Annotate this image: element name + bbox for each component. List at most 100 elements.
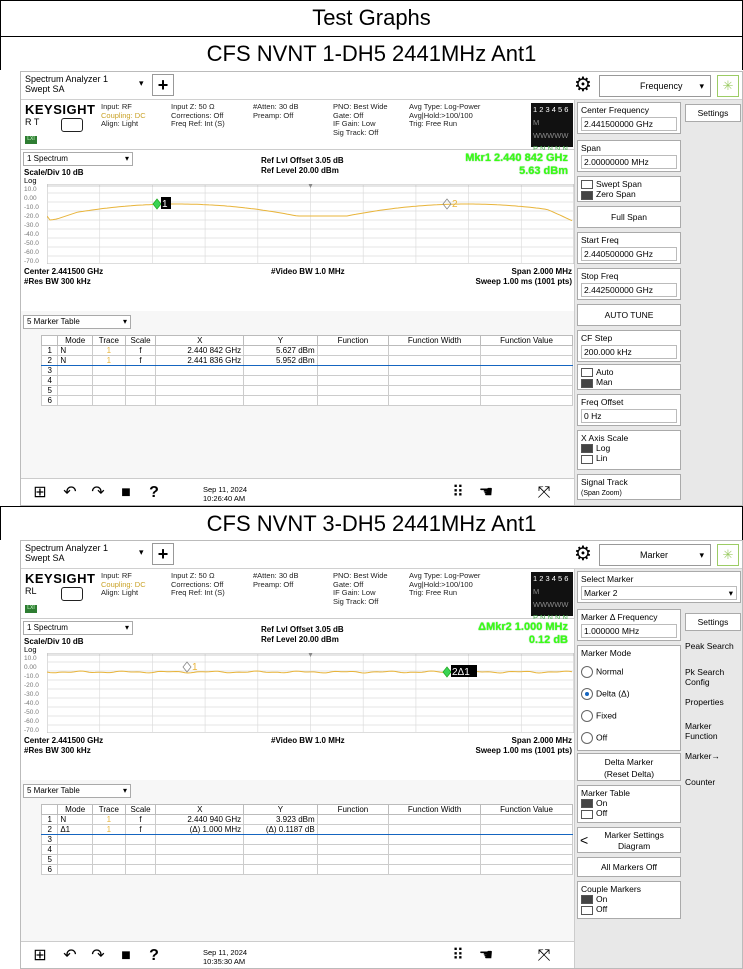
table-row[interactable]: 5 — [40, 385, 573, 396]
keyboard-icon[interactable]: ⠿ — [447, 946, 469, 966]
tab-pk-search-config[interactable]: Pk Search Config — [685, 667, 741, 687]
center-frequency-softkey[interactable]: Center Frequency 2.441500000 GHz — [577, 102, 681, 134]
window-select[interactable]: 1 Spectrum ▾ — [23, 152, 133, 166]
marker-readout: Mkr1 2.440 842 GHz 5.63 dBm — [465, 152, 568, 177]
message-icon[interactable] — [61, 118, 83, 132]
atten-info[interactable]: #Atten: 30 dB Preamp: Off — [253, 571, 298, 589]
input-z-info[interactable]: Input Z: 50 Ω Corrections: Off Freq Ref: I… — [171, 102, 225, 129]
mode-delta-radio[interactable]: Delta (Δ) — [581, 688, 677, 700]
help-icon[interactable]: ? — [143, 483, 165, 503]
date-time: Sep 11, 2024 10:35:30 AM — [203, 948, 248, 966]
couple-markers-toggle[interactable]: Couple Markers On Off — [577, 881, 681, 919]
table-cell — [388, 395, 482, 406]
undo-icon[interactable]: ↶ — [59, 483, 81, 503]
run-icon[interactable]: ✳ — [717, 544, 739, 566]
pno-info[interactable]: PNO: Best Wide Gate: Off IF Gain: Low Sig T… — [333, 571, 388, 606]
message-icon[interactable] — [61, 587, 83, 601]
tab-properties[interactable]: Properties — [685, 697, 724, 707]
keyboard-icon[interactable]: ⠿ — [447, 483, 469, 503]
window-select[interactable]: 1 Spectrum ▾ — [23, 621, 133, 635]
fullscreen-icon[interactable]: ⤧ — [533, 946, 555, 966]
atten-info[interactable]: #Atten: 30 dB Preamp: Off — [253, 102, 298, 120]
marker-settings-diagram-button[interactable]: < Marker Settings Diagram — [577, 827, 681, 853]
undo-icon[interactable]: ↶ — [59, 946, 81, 966]
mode-normal-radio[interactable]: Normal — [581, 666, 677, 678]
table-row[interactable]: 3 — [40, 365, 573, 376]
folder-icon[interactable]: ■ — [115, 483, 137, 503]
gear-icon[interactable]: ⚙ — [574, 73, 592, 97]
table-cell — [388, 854, 482, 865]
trace-status-grid[interactable]: 1 2 3 4 5 6 M WWWWW P N N N N N — [531, 572, 573, 635]
table-cell — [388, 365, 482, 376]
freq-offset-softkey[interactable]: Freq Offset 0 Hz — [577, 394, 681, 426]
folder-icon[interactable]: ■ — [115, 946, 137, 966]
avg-info[interactable]: Avg Type: Log-Power Avg|Hold:>100/100 Trig… — [409, 571, 480, 598]
gear-icon[interactable]: ⚙ — [574, 542, 592, 566]
auto-tune-button[interactable]: AUTO TUNE — [577, 304, 681, 326]
pno-info[interactable]: PNO: Best Wide Gate: Off IF Gain: Low Sig T… — [333, 102, 388, 137]
table-row[interactable]: 5 — [40, 854, 573, 865]
mode-fixed-radio[interactable]: Fixed — [581, 710, 677, 722]
span-softkey[interactable]: Span 2.00000000 MHz — [577, 140, 681, 172]
table-row[interactable]: 1 N 1 f 2.440 842 GHz 5.627 dBm — [40, 345, 573, 356]
windows-icon[interactable]: ⊞ — [29, 946, 51, 966]
input-z-info[interactable]: Input Z: 50 Ω Corrections: Off Freq Ref: I… — [171, 571, 225, 598]
marker-delta-frequency-softkey[interactable]: Marker Δ Frequency 1.000000 MHz — [577, 609, 681, 641]
help-icon[interactable]: ? — [143, 946, 165, 966]
tab-settings[interactable]: Settings — [685, 104, 741, 122]
input-info[interactable]: Input: RF Coupling: DC Align: Light — [101, 102, 146, 129]
app-title[interactable]: Spectrum Analyzer 1 Swept SA — [25, 543, 108, 563]
app-title[interactable]: Spectrum Analyzer 1 Swept SA — [25, 74, 108, 94]
table-window-select[interactable]: 5 Marker Table ▾ — [23, 784, 131, 798]
mode-select[interactable]: Marker ▾ — [599, 544, 711, 566]
tab-counter[interactable]: Counter — [685, 777, 715, 787]
signal-track-softkey[interactable]: Signal Track (Span Zoom) — [577, 474, 681, 500]
input-info[interactable]: Input: RF Coupling: DC Align: Light — [101, 571, 146, 598]
add-screen-button[interactable]: + — [152, 74, 174, 96]
chevron-down-icon[interactable]: ▾ — [139, 547, 144, 558]
table-row[interactable]: 4 — [40, 844, 573, 855]
table-row[interactable]: 6 — [40, 864, 573, 875]
table-row[interactable]: 6 — [40, 395, 573, 406]
table-row[interactable]: 1 N 1 f 2.440 940 GHz 3.923 dBm — [40, 814, 573, 825]
touch-icon[interactable]: ☚ — [475, 483, 497, 503]
swept-span-toggle[interactable]: Swept Span Zero Span — [577, 176, 681, 202]
fullscreen-icon[interactable]: ⤧ — [533, 483, 555, 503]
table-row[interactable]: 4 — [40, 375, 573, 386]
marker-table-toggle[interactable]: Marker Table On Off — [577, 785, 681, 823]
cf-step-softkey[interactable]: CF Step 200.000 kHz — [577, 330, 681, 362]
x-axis-scale-toggle[interactable]: X Axis Scale Log Lin — [577, 430, 681, 470]
redo-icon[interactable]: ↷ — [87, 946, 109, 966]
spectrum-plot[interactable]: 12 — [47, 184, 574, 264]
delta-marker-button[interactable]: Delta Marker (Reset Delta) — [577, 753, 681, 781]
tab-settings[interactable]: Settings — [685, 613, 741, 631]
avg-info[interactable]: Avg Type: Log-Power Avg|Hold:>100/100 Trig… — [409, 102, 480, 129]
table-row[interactable]: 2 N 1 f 2.441 836 GHz 5.952 dBm — [40, 355, 573, 366]
run-icon[interactable]: ✳ — [717, 75, 739, 97]
select-marker-dropdown[interactable]: Select Marker Marker 2 ▾ — [577, 571, 741, 603]
table-row[interactable]: 2 Δ1 1 f (Δ) 1.000 MHz (Δ) 0.1187 dB — [40, 824, 573, 835]
table-cell: f — [124, 345, 157, 356]
table-row[interactable]: 3 — [40, 834, 573, 845]
tab-marker-to[interactable]: Marker→ — [685, 751, 720, 761]
tab-peak-search[interactable]: Peak Search — [685, 641, 734, 651]
tab-marker-function[interactable]: Marker Function — [685, 721, 741, 741]
windows-icon[interactable]: ⊞ — [29, 483, 51, 503]
full-span-button[interactable]: Full Span — [577, 206, 681, 228]
all-markers-off-button[interactable]: All Markers Off — [577, 857, 681, 877]
mode-select[interactable]: Frequency ▾ — [599, 75, 711, 97]
stop-freq-softkey[interactable]: Stop Freq 2.442500000 GHz — [577, 268, 681, 300]
table-header: X — [155, 335, 245, 346]
start-freq-softkey[interactable]: Start Freq 2.440500000 GHz — [577, 232, 681, 264]
table-cell: (Δ) 1.000 MHz — [155, 824, 245, 835]
mode-off-radio[interactable]: Off — [581, 732, 677, 744]
touch-icon[interactable]: ☚ — [475, 946, 497, 966]
redo-icon[interactable]: ↷ — [87, 483, 109, 503]
chevron-down-icon[interactable]: ▾ — [139, 78, 144, 89]
add-screen-button[interactable]: + — [152, 543, 174, 565]
table-window-select[interactable]: 5 Marker Table ▾ — [23, 315, 131, 329]
cf-step-auto-toggle[interactable]: Auto Man — [577, 364, 681, 390]
trace-status-grid[interactable]: 1 2 3 4 5 6 M WWWWW P N N N N N — [531, 103, 573, 166]
spectrum-plot[interactable]: 1 2Δ1 — [47, 653, 574, 733]
table-cell: 1 — [92, 824, 126, 835]
